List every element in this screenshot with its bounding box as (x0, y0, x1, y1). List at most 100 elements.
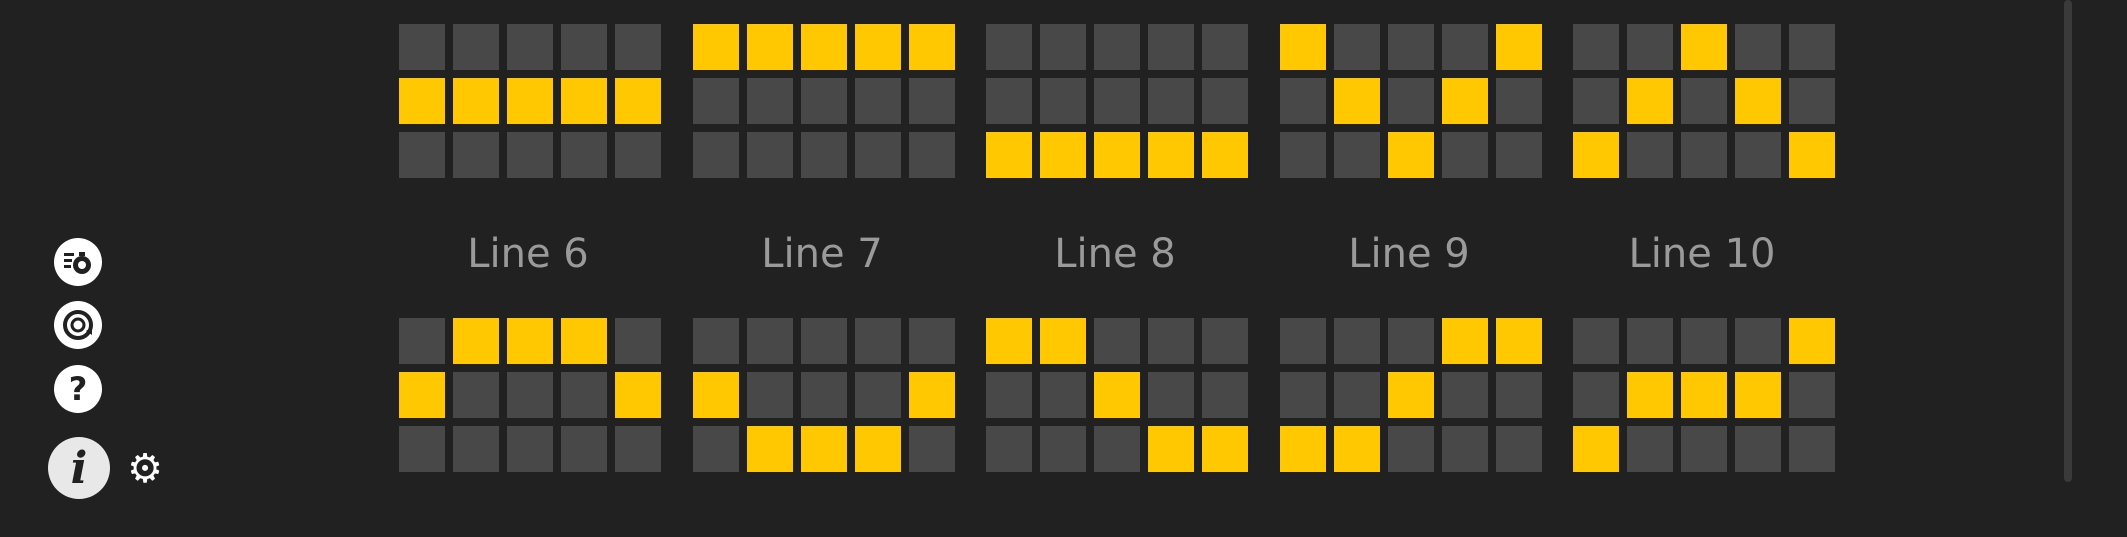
active-cell (1573, 132, 1619, 178)
inactive-cell (507, 24, 553, 70)
inactive-cell (1040, 78, 1086, 124)
active-cell (855, 24, 901, 70)
help-icon[interactable]: ? (54, 365, 102, 413)
inactive-cell (1388, 78, 1434, 124)
inactive-cell (1789, 372, 1835, 418)
inactive-cell (986, 24, 1032, 70)
inactive-cell (1202, 78, 1248, 124)
payline-grid-5 (1573, 24, 1835, 178)
inactive-cell (1627, 132, 1673, 178)
inactive-cell (693, 426, 739, 472)
line-7-label: Line 7 (761, 231, 883, 277)
active-cell (747, 24, 793, 70)
inactive-cell (1735, 24, 1781, 70)
inactive-cell (855, 318, 901, 364)
inactive-cell (1148, 318, 1194, 364)
inactive-cell (693, 78, 739, 124)
inactive-cell (1202, 372, 1248, 418)
inactive-cell (615, 426, 661, 472)
inactive-cell (615, 24, 661, 70)
active-cell (507, 318, 553, 364)
active-cell (1388, 372, 1434, 418)
info-icon[interactable]: i (48, 437, 110, 499)
active-cell (986, 132, 1032, 178)
inactive-cell (1573, 78, 1619, 124)
inactive-cell (561, 132, 607, 178)
inactive-cell (561, 426, 607, 472)
inactive-cell (453, 132, 499, 178)
active-cell (1202, 426, 1248, 472)
payline-grid-7 (693, 318, 955, 472)
inactive-cell (1789, 426, 1835, 472)
inactive-cell (1040, 372, 1086, 418)
active-cell (1334, 78, 1380, 124)
line-9-label: Line 9 (1348, 231, 1470, 277)
inactive-cell (801, 318, 847, 364)
inactive-cell (1573, 318, 1619, 364)
inactive-cell (1442, 372, 1488, 418)
scrollbar[interactable] (2064, 0, 2072, 482)
inactive-cell (1334, 318, 1380, 364)
inactive-cell (1388, 24, 1434, 70)
inactive-cell (1202, 24, 1248, 70)
inactive-cell (855, 132, 901, 178)
inactive-cell (615, 318, 661, 364)
inactive-cell (1681, 426, 1727, 472)
inactive-cell (1735, 426, 1781, 472)
inactive-cell (1496, 426, 1542, 472)
active-cell (1789, 318, 1835, 364)
inactive-cell (399, 318, 445, 364)
payline-grid-9 (1280, 318, 1542, 472)
autoplay-icon[interactable] (54, 301, 102, 349)
active-cell (615, 78, 661, 124)
active-cell (986, 318, 1032, 364)
active-cell (1040, 318, 1086, 364)
active-cell (1442, 318, 1488, 364)
active-cell (747, 426, 793, 472)
inactive-cell (986, 426, 1032, 472)
active-cell (561, 318, 607, 364)
inactive-cell (986, 372, 1032, 418)
inactive-cell (1573, 372, 1619, 418)
inactive-cell (507, 372, 553, 418)
active-cell (801, 24, 847, 70)
inactive-cell (1627, 426, 1673, 472)
inactive-cell (1148, 24, 1194, 70)
inactive-cell (1148, 372, 1194, 418)
active-cell (453, 78, 499, 124)
inactive-cell (1202, 318, 1248, 364)
settings-icon[interactable]: ⚙ (124, 448, 166, 490)
inactive-cell (1040, 24, 1086, 70)
inactive-cell (855, 78, 901, 124)
active-cell (1681, 24, 1727, 70)
payline-grid-2 (693, 24, 955, 178)
active-cell (909, 372, 955, 418)
inactive-cell (1681, 318, 1727, 364)
payline-grid-1 (399, 24, 661, 178)
active-cell (1280, 24, 1326, 70)
inactive-cell (1094, 24, 1140, 70)
active-cell (1681, 372, 1727, 418)
payline-grid-8 (986, 318, 1248, 472)
inactive-cell (1334, 372, 1380, 418)
payline-grid-3 (986, 24, 1248, 178)
active-cell (1094, 372, 1140, 418)
active-cell (507, 78, 553, 124)
inactive-cell (615, 132, 661, 178)
inactive-cell (399, 426, 445, 472)
inactive-cell (1280, 372, 1326, 418)
inactive-cell (693, 132, 739, 178)
active-cell (1148, 426, 1194, 472)
inactive-cell (801, 132, 847, 178)
inactive-cell (747, 78, 793, 124)
inactive-cell (855, 372, 901, 418)
inactive-cell (507, 426, 553, 472)
active-cell (1334, 426, 1380, 472)
active-cell (1627, 372, 1673, 418)
active-cell (399, 372, 445, 418)
inactive-cell (1496, 132, 1542, 178)
inactive-cell (561, 24, 607, 70)
active-cell (1202, 132, 1248, 178)
inactive-cell (693, 318, 739, 364)
paytable-icon[interactable] (54, 238, 102, 286)
